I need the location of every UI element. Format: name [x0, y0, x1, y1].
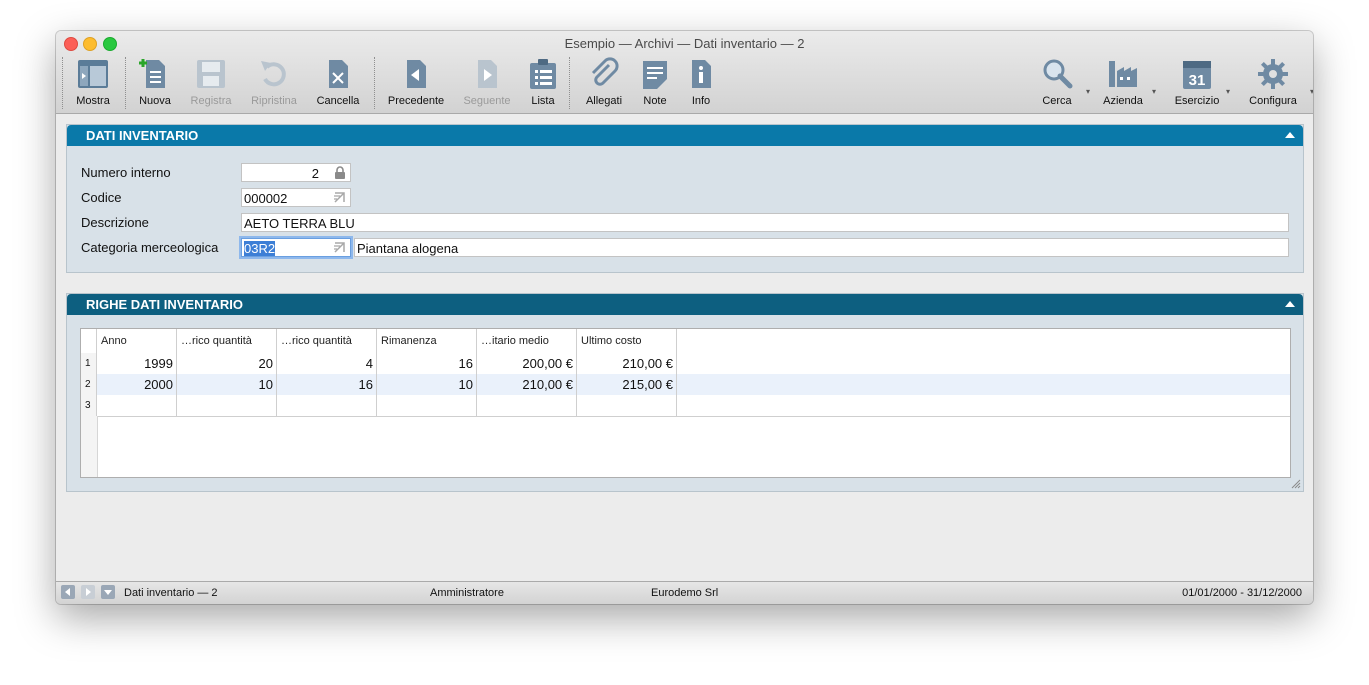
cerca-button[interactable]: Cerca ▾	[1022, 55, 1092, 111]
company-building-icon	[1109, 61, 1137, 87]
numero-interno-label: Numero interno	[81, 165, 171, 180]
window-title: Esempio — Archivi — Dati inventario — 2	[564, 36, 805, 51]
collapse-icon[interactable]	[1285, 132, 1295, 138]
categoria-code-field[interactable]: 03R2	[241, 238, 351, 257]
lista-button[interactable]: Lista	[508, 55, 578, 111]
previous-record-icon	[407, 60, 426, 88]
next-arrow-button[interactable]	[81, 585, 95, 599]
menu-arrow-button[interactable]	[101, 585, 115, 599]
cell-ultimo-costo[interactable]: 215,00 €	[577, 374, 677, 395]
cell-costo-medio[interactable]: 200,00 €	[477, 353, 577, 374]
cell-costo-medio[interactable]: 210,00 €	[477, 374, 577, 395]
row-number: 3	[81, 395, 97, 416]
righe-dati-inventario-panel: RIGHE DATI INVENTARIO Anno …rico quantit…	[66, 293, 1304, 492]
column-header-rimanenza[interactable]: Rimanenza	[377, 329, 477, 353]
cell-scarico-quantita[interactable]: 16	[277, 374, 377, 395]
triangle-down-icon	[104, 590, 112, 595]
gear-icon	[1258, 59, 1288, 89]
ripristina-button[interactable]: Ripristina	[239, 55, 309, 111]
search-icon	[1043, 59, 1073, 89]
status-record: Dati inventario — 2	[124, 587, 218, 599]
cell-scarico-quantita[interactable]: 4	[277, 353, 377, 374]
sidebar-layout-icon	[78, 60, 108, 88]
column-header-anno[interactable]: Anno	[97, 329, 177, 353]
cell-anno[interactable]: 1999	[97, 353, 177, 374]
precedente-button[interactable]: Precedente	[381, 55, 451, 111]
mostra-button[interactable]: Mostra	[58, 55, 128, 111]
row-number-header	[81, 329, 97, 353]
clipboard-list-icon	[530, 59, 556, 89]
cell-rimanenza[interactable]: 10	[377, 374, 477, 395]
descrizione-field[interactable]: AETO TERRA BLU	[241, 213, 1289, 232]
table-header: Anno …rico quantità …rico quantità Riman…	[81, 329, 1290, 354]
status-period: 01/01/2000 - 31/12/2000	[1182, 587, 1302, 599]
descrizione-label: Descrizione	[81, 215, 149, 230]
previous-arrow-button[interactable]	[61, 585, 75, 599]
numero-interno-field: 2	[241, 163, 351, 182]
configura-button[interactable]: Configura ▾	[1238, 55, 1313, 111]
cell-anno[interactable]	[97, 395, 177, 416]
cell-carico-quantita[interactable]: 20	[177, 353, 277, 374]
categoria-merceologica-label: Categoria merceologica	[81, 240, 219, 255]
collapse-icon[interactable]	[1285, 301, 1295, 307]
table-row[interactable]: 3	[81, 395, 1290, 417]
toolbar-separator	[374, 57, 375, 109]
categoria-description-field: Piantana alogena	[354, 238, 1289, 257]
table-row[interactable]: 1 1999 20 4 16 200,00 € 210,00 €	[81, 353, 1290, 375]
link-arrow-icon[interactable]	[333, 241, 347, 255]
calendar-icon: 31	[1183, 61, 1211, 89]
chevron-down-icon: ▾	[1225, 87, 1230, 96]
link-arrow-icon[interactable]	[333, 191, 347, 205]
row-gutter	[81, 416, 98, 477]
righe-dati-inventario-header[interactable]: RIGHE DATI INVENTARIO	[67, 294, 1303, 315]
delete-document-icon	[329, 60, 348, 88]
status-company: Eurodemo Srl	[651, 587, 719, 599]
row-number: 2	[81, 374, 97, 395]
resize-grip-icon[interactable]	[1290, 478, 1301, 489]
paperclip-icon	[591, 57, 619, 86]
undo-icon	[261, 61, 286, 87]
cell-scarico-quantita[interactable]	[277, 395, 377, 416]
cell-anno[interactable]: 2000	[97, 374, 177, 395]
column-header-carico-quantita[interactable]: …rico quantità	[177, 329, 277, 353]
cell-carico-quantita[interactable]: 10	[177, 374, 277, 395]
registra-button[interactable]: Registra	[176, 55, 246, 111]
info-icon	[692, 60, 711, 88]
column-header-ultimo-costo[interactable]: Ultimo costo	[577, 329, 677, 353]
cell-rimanenza[interactable]	[377, 395, 477, 416]
cell-rimanenza[interactable]: 16	[377, 353, 477, 374]
app-window: Esempio — Archivi — Dati inventario — 2 …	[56, 31, 1313, 604]
column-header-scarico-quantita[interactable]: …rico quantità	[277, 329, 377, 353]
azienda-button[interactable]: Azienda ▾	[1088, 55, 1158, 111]
codice-label: Codice	[81, 190, 122, 205]
triangle-right-icon	[86, 588, 91, 596]
save-disk-icon	[197, 60, 225, 88]
calendar-day: 31	[1189, 72, 1206, 89]
next-record-icon	[478, 60, 497, 88]
status-user: Amministratore	[430, 587, 504, 599]
esercizio-button[interactable]: 31 Esercizio ▾	[1162, 55, 1232, 111]
dati-inventario-panel: DATI INVENTARIO Numero interno 2 Codice …	[66, 124, 1304, 273]
dati-inventario-header[interactable]: DATI INVENTARIO	[67, 125, 1303, 146]
cell-ultimo-costo[interactable]: 210,00 €	[577, 353, 677, 374]
cell-ultimo-costo[interactable]	[577, 395, 677, 416]
row-number: 1	[81, 353, 97, 374]
table-row[interactable]: 2 2000 10 16 10 210,00 € 215,00 €	[81, 374, 1290, 396]
lock-icon	[335, 166, 345, 179]
triangle-left-icon	[65, 588, 70, 596]
inventory-rows-table[interactable]: Anno …rico quantità …rico quantità Riman…	[80, 328, 1291, 478]
codice-field[interactable]: 000002	[241, 188, 351, 207]
column-header-costo-unitario-medio[interactable]: …itario medio	[477, 329, 577, 353]
chevron-down-icon: ▾	[1309, 87, 1313, 96]
cell-carico-quantita[interactable]	[177, 395, 277, 416]
titlebar: Esempio — Archivi — Dati inventario — 2 …	[56, 31, 1313, 114]
status-bar: Dati inventario — 2 Amministratore Eurod…	[56, 581, 1313, 604]
info-button[interactable]: Info	[666, 55, 736, 111]
cancella-button[interactable]: Cancella	[303, 55, 373, 111]
new-document-icon	[139, 59, 165, 88]
chevron-down-icon: ▾	[1151, 87, 1156, 96]
cell-costo-medio[interactable]	[477, 395, 577, 416]
